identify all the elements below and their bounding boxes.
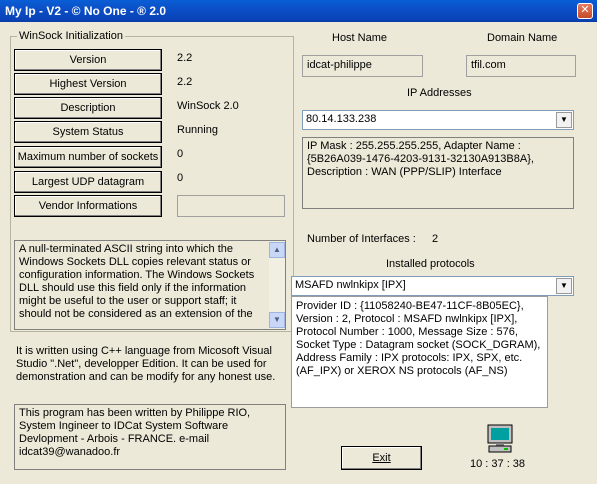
version-value: 2.2 [177,52,193,64]
vendor-info-label: Vendor Informations [14,195,162,217]
vendor-info-memo[interactable]: A null-terminated ASCII string into whic… [14,240,286,330]
description-label: Description [14,97,162,119]
host-name-label: Host Name [332,32,388,44]
highest-version-label: Highest Version [14,73,162,95]
vendor-info-value [177,195,285,217]
domain-name-label: Domain Name [487,32,558,44]
chevron-down-icon[interactable]: ▼ [556,112,572,128]
title-bar: My Ip - V2 - © No One - ® 2.0 ✕ [0,0,597,22]
version-label: Version [14,49,162,71]
protocol-details: Provider ID : {11058240-BE47-11CF-8B05EC… [291,296,548,408]
about-text: It is written using C++ language from Mi… [16,345,276,383]
clock: 10 : 37 : 38 [470,458,526,470]
chevron-down-icon[interactable]: ▼ [556,278,572,294]
largest-udp-label: Largest UDP datagram [14,171,162,193]
max-sockets-label: Maximum number of sockets [14,146,162,168]
computer-icon [484,423,516,455]
vendor-scrollbar[interactable]: ▲ ▼ [269,241,285,329]
largest-udp-value: 0 [177,172,184,184]
domain-name-field: tfil.com [466,55,576,77]
close-button[interactable]: ✕ [577,3,593,19]
ip-address-value: 80.14.133.238 [306,113,377,125]
highest-version-value: 2.2 [177,76,193,88]
protocol-select[interactable]: MSAFD nwlnkipx [IPX] ▼ [291,276,574,296]
ip-address-select[interactable]: 80.14.133.238 ▼ [302,110,574,130]
scroll-down-icon[interactable]: ▼ [269,312,285,328]
exit-button[interactable]: Exit [341,446,422,470]
max-sockets-value: 0 [177,148,184,160]
author-memo: This program has been written by Philipp… [14,404,286,470]
protocol-value: MSAFD nwlnkipx [IPX] [295,279,406,291]
system-status-label: System Status [14,121,162,143]
description-value: WinSock 2.0 [177,100,239,112]
system-status-value: Running [177,124,218,136]
host-name-field: idcat-philippe [302,55,423,77]
vendor-info-text: A null-terminated ASCII string into whic… [19,243,255,320]
ip-details: IP Mask : 255.255.255.255, Adapter Name … [302,137,574,209]
window-title: My Ip - V2 - © No One - ® 2.0 [5,4,167,18]
interfaces-label: Number of Interfaces : [307,233,416,245]
scroll-up-icon[interactable]: ▲ [269,242,285,258]
protocols-label: Installed protocols [386,258,475,270]
ip-addresses-label: IP Addresses [407,87,472,99]
winsock-group-title: WinSock Initialization [17,30,125,42]
interfaces-value: 2 [432,233,439,245]
